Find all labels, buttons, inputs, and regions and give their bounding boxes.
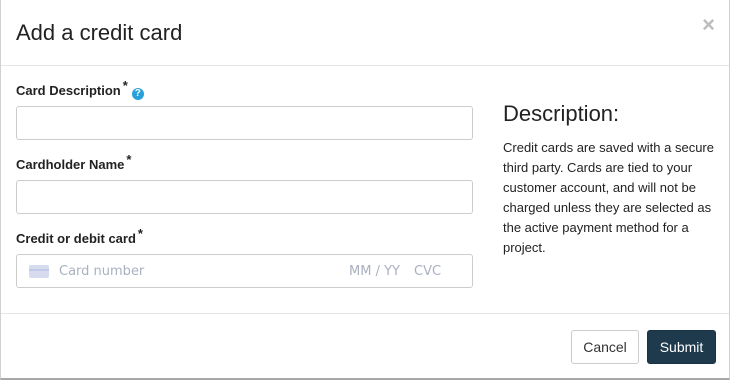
card-label: Credit or debit card * [16,226,143,246]
description-text: Credit cards are saved with a secure thi… [503,140,714,255]
card-label-text: Credit or debit card [16,231,136,246]
expiry-placeholder[interactable]: MM / YY [349,264,400,279]
cardholder-name-label-text: Cardholder Name [16,157,125,172]
submit-button[interactable]: Submit [647,330,716,364]
description-title: Description: [503,101,620,126]
modal-title: Add a credit card [16,20,183,45]
card-description-label-text: Card Description [16,83,121,98]
cvc-placeholder[interactable]: CVC [414,264,441,279]
required-mark: * [126,152,132,167]
credit-card-icon [29,265,49,278]
cancel-button[interactable]: Cancel [571,330,639,364]
card-description-input[interactable] [16,106,473,140]
cardholder-name-input[interactable] [16,180,473,214]
modal-header: Add a credit card × [1,0,729,66]
add-credit-card-modal: Add a credit card × Card Description *? C… [0,0,730,380]
modal-footer: Cancel Submit [1,313,729,378]
cardholder-name-label: Cardholder Name * [16,152,131,172]
card-number-field[interactable]: Card number MM / YY CVC [16,254,473,288]
required-mark: * [137,226,143,241]
help-icon[interactable]: ? [131,88,144,100]
card-number-placeholder[interactable]: Card number [59,264,144,279]
card-description-label: Card Description *? [16,78,144,100]
close-icon[interactable]: × [702,14,715,36]
required-mark: * [122,78,128,93]
